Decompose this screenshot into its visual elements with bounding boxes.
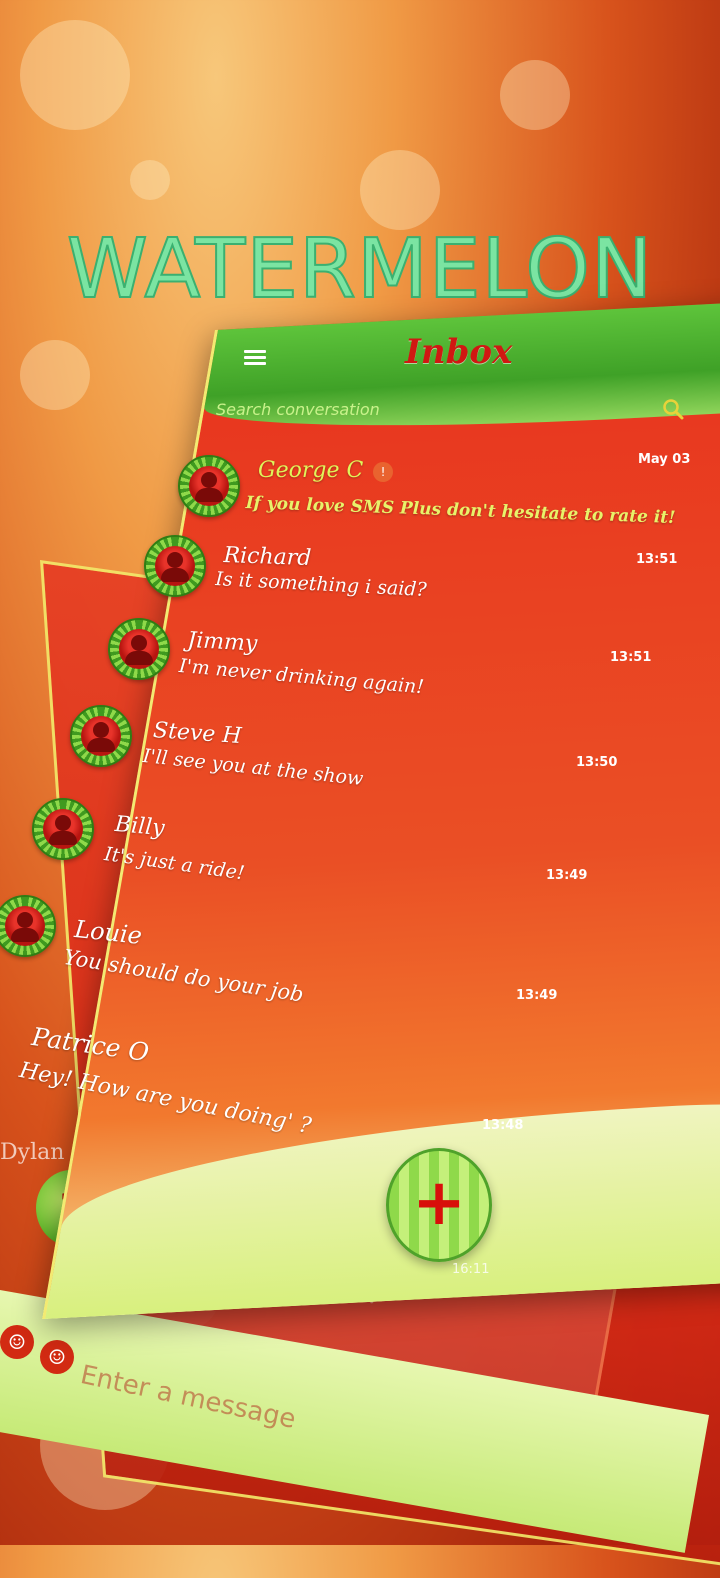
message-time: 13:51 bbox=[610, 650, 652, 665]
contact-avatar-unknown: ? bbox=[568, 1180, 652, 1270]
emoji-icon[interactable]: ☺ bbox=[0, 1325, 34, 1359]
message-time: 13:49 bbox=[516, 988, 558, 1003]
bokeh-light bbox=[360, 150, 440, 230]
message-time: May 03 bbox=[638, 452, 691, 467]
emoji-icon[interactable]: ☺ bbox=[40, 1340, 74, 1374]
contact-name[interactable]: Jimmy bbox=[187, 628, 258, 657]
contact-avatar[interactable] bbox=[32, 798, 94, 860]
message-time: 13:50 bbox=[576, 755, 618, 770]
unread-badge: ! bbox=[373, 462, 393, 482]
search-icon[interactable] bbox=[662, 398, 684, 420]
contact-avatar[interactable] bbox=[108, 618, 170, 680]
message-time: 16:11 bbox=[452, 1262, 490, 1277]
contact-name[interactable]: Richard bbox=[223, 543, 312, 571]
contact-name[interactable]: George C bbox=[258, 458, 363, 483]
new-message-button[interactable]: + bbox=[386, 1148, 492, 1262]
contact-name[interactable]: Billy bbox=[114, 812, 166, 841]
bokeh-light bbox=[20, 20, 130, 130]
contact-avatar-unknown: ? bbox=[638, 870, 720, 960]
search-input[interactable]: Search conversation bbox=[216, 400, 380, 419]
message-time: 13:48 bbox=[482, 1118, 524, 1133]
message-bubble bbox=[533, 982, 703, 1134]
contact-avatar[interactable] bbox=[70, 705, 132, 767]
page-title: Inbox bbox=[405, 332, 513, 372]
contact-avatar-unknown: ? bbox=[36, 1170, 106, 1246]
hero-title: WATERMELON bbox=[66, 221, 654, 318]
contact-name: Dylan bbox=[0, 1140, 65, 1165]
message-time: 13:51 bbox=[636, 552, 678, 567]
bokeh-light bbox=[130, 160, 170, 200]
menu-icon[interactable] bbox=[244, 350, 266, 366]
message-preview[interactable]: If you love SMS Plus don't hesitate to r… bbox=[245, 493, 676, 528]
contact-avatar[interactable] bbox=[0, 895, 56, 957]
bokeh-light bbox=[500, 60, 570, 130]
plus-icon: + bbox=[412, 1166, 466, 1240]
contact-avatar[interactable] bbox=[144, 535, 206, 597]
contact-avatar[interactable] bbox=[178, 455, 240, 517]
message-time: 13:49 bbox=[546, 868, 588, 883]
bokeh-light bbox=[20, 340, 90, 410]
